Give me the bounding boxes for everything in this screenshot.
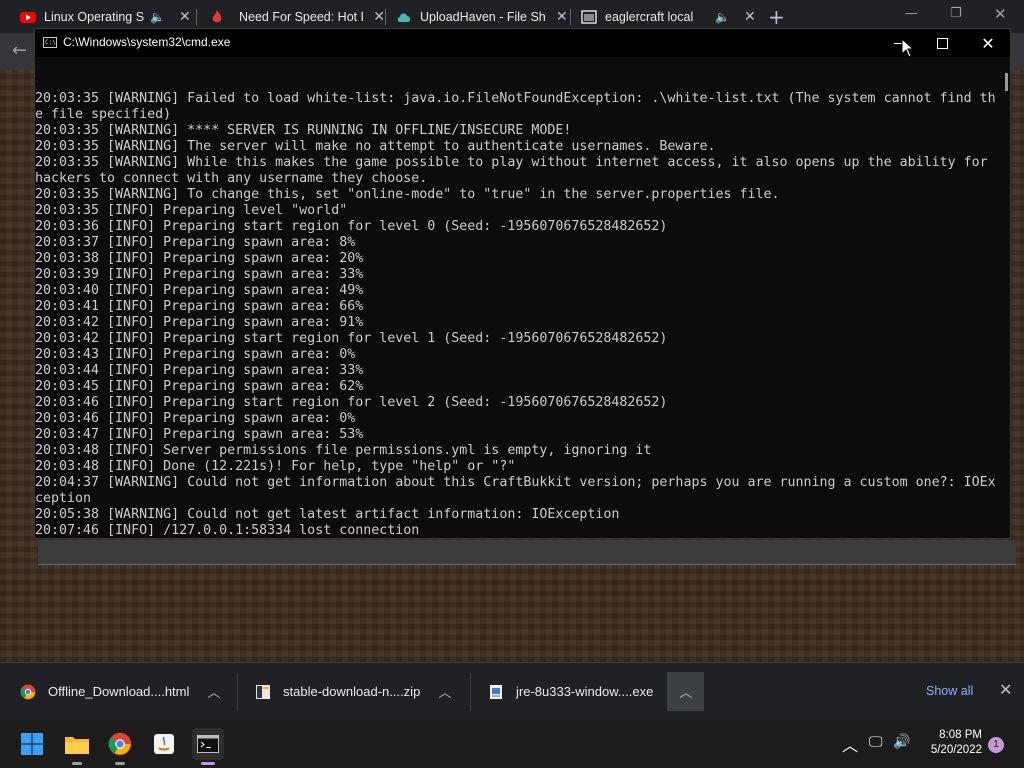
console-lines: 20:03:35 [WARNING] Failed to load white-… [35, 91, 1000, 537]
download-filename: stable-download-n....zip [283, 684, 421, 699]
close-tab-icon[interactable]: ✕ [179, 8, 191, 25]
console-line: 20:03:35 [WARNING] The server will make … [35, 139, 716, 154]
windows-start-icon [21, 733, 43, 755]
cmd-minimize-button[interactable] [876, 29, 922, 57]
console-line: 20:04:37 [WARNING] Could not get informa… [35, 475, 996, 490]
cloud-icon [396, 9, 412, 25]
console-line: ception [35, 491, 92, 506]
cmd-close-button[interactable]: ✕ [965, 29, 1011, 57]
download-item[interactable]: Offline_Download....html ︿ [20, 663, 220, 720]
console-line: 20:03:39 [INFO] Preparing spawn area: 33… [35, 267, 364, 282]
console-line: 20:03:35 [WARNING] To change this, set "… [35, 187, 780, 202]
installer-file-icon [488, 684, 504, 700]
download-separator [470, 673, 471, 711]
console-line: 20:05:38 [WARNING] Could not get latest … [35, 507, 620, 522]
close-tab-icon[interactable]: ✕ [744, 8, 756, 25]
taskbar-chrome[interactable] [104, 728, 136, 765]
back-arrow-icon[interactable]: ← [12, 40, 27, 61]
console-line: 20:03:45 [INFO] Preparing spawn area: 62… [35, 379, 364, 394]
console-line: hackers to connect with any username the… [35, 171, 428, 186]
console-line: 20:03:35 [INFO] Preparing level "world" [35, 203, 348, 218]
cmd-titlebar[interactable]: C:\ C:\Windows\system32\cmd.exe ✕ [35, 29, 1010, 57]
chrome-icon [108, 732, 132, 756]
show-all-downloads-link[interactable]: Show all [926, 684, 973, 698]
browser-close-icon[interactable]: ✕ [994, 5, 1007, 23]
console-line: 20:03:40 [INFO] Preparing spawn area: 49… [35, 283, 364, 298]
browser-restore-icon[interactable]: ❐ [950, 6, 962, 21]
console-line: e file specified) [35, 107, 172, 122]
downloads-bar: Offline_Download....html ︿ stable-downlo… [0, 662, 1024, 720]
console-line: 20:03:44 [INFO] Preparing spawn area: 33… [35, 363, 364, 378]
console-line: 20:03:42 [INFO] Preparing start region f… [35, 331, 668, 346]
speaker-icon[interactable]: 🔈 [715, 10, 730, 24]
console-line: 20:03:46 [INFO] Preparing spawn area: 0% [35, 411, 356, 426]
cmd-app-icon: C:\ [43, 37, 57, 48]
cmd-scrollbar-thumb[interactable] [1005, 73, 1008, 91]
tab-title: eaglercraft local [605, 9, 694, 24]
tab-title: Linux Operating Sy [44, 9, 144, 24]
flame-icon [209, 9, 225, 25]
console-line: 20:03:48 [INFO] Server permissions file … [35, 443, 652, 458]
console-output[interactable]: 20:03:35 [WARNING] Failed to load white-… [35, 59, 1000, 537]
folder-icon [65, 737, 89, 754]
tab-title: Need For Speed: Hot P [239, 9, 364, 24]
mouse-pointer-icon [901, 38, 915, 58]
cmd-window[interactable]: C:\ C:\Windows\system32\cmd.exe ✕ 20:03:… [34, 28, 1011, 539]
speaker-icon[interactable]: 🔈 [150, 10, 165, 24]
console-line: 20:03:46 [INFO] Preparing start region f… [35, 395, 668, 410]
clock-date: 5/20/2022 [930, 744, 982, 756]
console-line: 20:03:47 [INFO] Preparing spawn area: 53… [35, 427, 364, 442]
start-button[interactable] [16, 728, 48, 760]
close-downloads-bar-icon[interactable]: ✕ [999, 680, 1012, 699]
cmd-window-title: C:\Windows\system32\cmd.exe [63, 35, 231, 49]
windows-taskbar: ︿ 🖵 🔊 8:08 PM 5/20/2022 [0, 720, 1024, 768]
taskbar-java[interactable] [148, 728, 180, 760]
browser-minimize-icon[interactable]: — [905, 6, 918, 21]
console-line: 20:03:48 [INFO] Done (12.221s)! For help… [35, 459, 516, 474]
chevron-up-icon[interactable]: ︿ [667, 672, 705, 711]
console-line: 20:03:43 [INFO] Preparing spawn area: 0% [35, 347, 356, 362]
clock-time: 8:08 PM [939, 729, 982, 741]
console-line: 20:03:41 [INFO] Preparing spawn area: 66… [35, 299, 364, 314]
chevron-up-icon[interactable]: ︿ [207, 682, 220, 701]
terminal-icon [197, 735, 219, 753]
maximize-icon [936, 37, 948, 49]
network-icon[interactable]: 🖵 [869, 734, 883, 750]
page-panel-strip [38, 540, 1016, 565]
cmd-maximize-button[interactable] [919, 29, 965, 57]
download-item[interactable]: jre-8u333-window....exe ︿ [488, 663, 705, 720]
close-icon: ✕ [981, 33, 995, 53]
new-tab-plus-icon[interactable]: + [768, 5, 785, 29]
console-line: 20:03:37 [INFO] Preparing spawn area: 8% [35, 235, 356, 250]
download-filename: jre-8u333-window....exe [516, 684, 654, 699]
console-line: 20:03:38 [INFO] Preparing spawn area: 20… [35, 251, 364, 266]
taskbar-cmd[interactable] [192, 728, 224, 765]
console-line: 20:03:42 [INFO] Preparing spawn area: 91… [35, 315, 364, 330]
chevron-up-icon[interactable]: ︿ [842, 732, 858, 756]
taskbar-file-explorer[interactable] [61, 728, 93, 765]
close-tab-icon[interactable]: ✕ [373, 8, 385, 25]
tab-title: UploadHaven - File Sh [420, 9, 546, 24]
clock[interactable]: 8:08 PM 5/20/2022 [922, 728, 982, 758]
console-line: 20:03:35 [WARNING] **** SERVER IS RUNNIN… [35, 123, 572, 138]
console-line: 20:03:35 [WARNING] Failed to load white-… [35, 91, 996, 106]
download-filename: Offline_Download....html [48, 684, 190, 699]
chevron-up-icon[interactable]: ︿ [438, 682, 451, 701]
console-line: 20:03:35 [WARNING] While this makes the … [35, 155, 988, 170]
notification-badge[interactable]: 1 [988, 737, 1004, 753]
youtube-icon [20, 9, 36, 25]
chrome-file-icon [20, 684, 36, 700]
console-line: 20:07:46 [INFO] /127.0.0.1:58334 lost co… [35, 523, 420, 537]
java-icon [154, 734, 174, 754]
console-line: 20:03:36 [INFO] Preparing start region f… [35, 219, 668, 234]
download-separator [237, 673, 238, 711]
page-icon [581, 9, 597, 25]
download-separator [703, 673, 704, 711]
volume-icon[interactable]: 🔊 [893, 734, 910, 750]
zip-file-icon [255, 684, 271, 700]
close-tab-icon[interactable]: ✕ [556, 8, 568, 25]
download-item[interactable]: stable-download-n....zip ︿ [255, 663, 451, 720]
